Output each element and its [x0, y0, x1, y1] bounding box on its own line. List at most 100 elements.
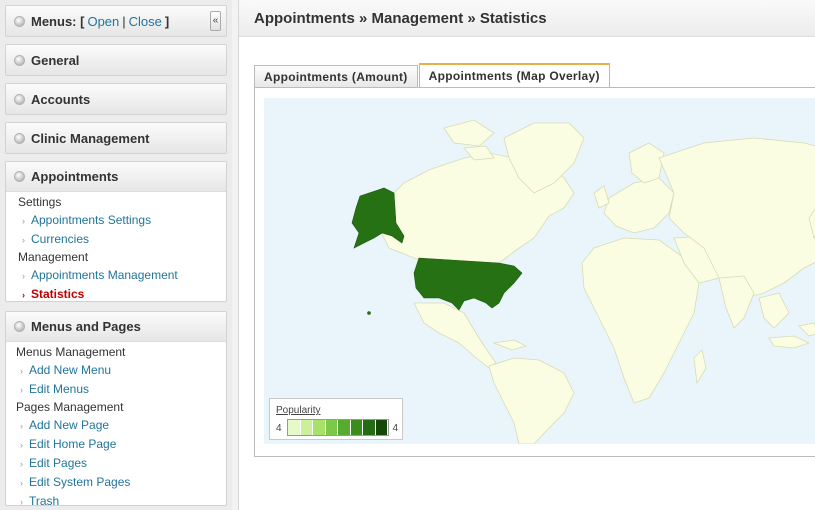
sidebar-item-add-new-page[interactable]: › Add New Page	[6, 416, 226, 435]
legend-swatch	[300, 420, 313, 435]
sidebar-item-edit-menus[interactable]: › Edit Menus	[6, 380, 226, 399]
menus-and-pages-panel: Menus and Pages Menus Management › Add Ne…	[5, 311, 227, 508]
sidebar-item-label: Edit Menus	[29, 382, 90, 396]
general-header[interactable]: General	[6, 45, 226, 75]
sidebar-item-label: Edit Home Page	[29, 437, 117, 451]
bullet-icon	[14, 15, 25, 27]
land-europe	[603, 177, 675, 234]
arrow-right-icon: ›	[20, 366, 23, 376]
land-madagascar	[693, 349, 707, 385]
close-link[interactable]: Close	[129, 14, 162, 29]
sidebar-item-label: Trash	[29, 494, 60, 508]
arrow-right-icon: ›	[20, 459, 23, 469]
clinic-management-header[interactable]: Clinic Management	[6, 123, 226, 153]
collapse-sidebar-button[interactable]: «	[210, 11, 221, 31]
general-title: General	[31, 52, 80, 68]
general-panel[interactable]: General	[5, 44, 227, 76]
legend-swatch	[325, 420, 338, 435]
land-central-america	[413, 302, 497, 369]
bullet-icon	[14, 321, 25, 332]
arrow-right-icon: ›	[20, 421, 23, 431]
sidebar-item-appointments-management[interactable]: › Appointments Management	[6, 266, 226, 285]
legend-swatch	[375, 420, 388, 435]
sidebar-item-trash[interactable]: › Trash	[6, 492, 226, 510]
tab-panel: Popularity 4 4	[254, 87, 815, 457]
sidebar-item-statistics[interactable]: › Statistics	[6, 285, 226, 304]
accounts-panel[interactable]: Accounts	[5, 83, 227, 115]
appointments-title: Appointments	[31, 169, 119, 184]
legend-color-scale	[287, 419, 389, 436]
accounts-header[interactable]: Accounts	[6, 84, 226, 114]
appointments-header[interactable]: Appointments	[6, 162, 226, 192]
tab-appointments-map-overlay[interactable]: Appointments (Map Overlay)	[418, 63, 610, 87]
legend-min-value: 4	[276, 423, 282, 434]
legend-swatch	[350, 420, 363, 435]
legend-swatch	[288, 420, 301, 435]
open-link[interactable]: Open	[87, 14, 119, 29]
legend-swatch	[363, 420, 376, 435]
clinic-management-panel[interactable]: Clinic Management	[5, 122, 227, 154]
land-indonesia	[768, 322, 815, 349]
menus-end-bracket: ]	[164, 13, 170, 29]
arrow-right-icon: ›	[22, 235, 25, 245]
bullet-icon	[14, 132, 25, 144]
usa-mainland	[413, 257, 523, 311]
sidebar-item-label: Edit Pages	[29, 456, 88, 470]
arrow-right-icon: ›	[20, 440, 23, 450]
page-title: Appointments » Management » Statistics	[239, 0, 815, 37]
sidebar-item-label: Appointments Settings	[31, 213, 152, 227]
world-map-svg	[351, 119, 815, 444]
world-map[interactable]: Popularity 4 4	[264, 98, 815, 444]
arrow-right-icon: ›	[20, 478, 23, 488]
settings-group-label: Settings	[18, 195, 62, 209]
arrow-right-icon: ›	[20, 385, 23, 395]
menus-and-pages-title: Menus and Pages	[31, 319, 141, 334]
menus-separator: |	[122, 13, 126, 29]
bullet-icon	[14, 54, 25, 66]
appointments-panel: Appointments Settings › Appointments Sett…	[5, 161, 227, 302]
sidebar-item-label: Add New Menu	[29, 363, 112, 377]
land-south-america	[488, 357, 575, 444]
accounts-title: Accounts	[31, 91, 91, 107]
legend-max-value: 4	[392, 423, 398, 434]
legend-swatch	[338, 420, 351, 435]
sidebar-item-edit-system-pages[interactable]: › Edit System Pages	[6, 473, 226, 492]
map-legend: Popularity 4 4	[269, 398, 403, 440]
land-scandinavia	[628, 142, 665, 184]
clinic-management-title: Clinic Management	[31, 130, 150, 146]
sidebar-item-label: Currencies	[31, 232, 90, 246]
land-southeast-asia	[758, 292, 790, 329]
bullet-icon	[14, 93, 25, 105]
bullet-icon	[14, 171, 25, 182]
sidebar-item-label: Appointments Management	[31, 268, 178, 282]
tab-appointments-amount[interactable]: Appointments (Amount)	[254, 65, 418, 87]
sidebar-item-add-new-menu[interactable]: › Add New Menu	[6, 361, 226, 380]
sidebar-item-edit-pages[interactable]: › Edit Pages	[6, 454, 226, 473]
legend-swatch	[313, 420, 326, 435]
sidebar-item-edit-home-page[interactable]: › Edit Home Page	[6, 435, 226, 454]
sidebar-item-label: Statistics	[31, 287, 85, 301]
tab-bar: Appointments (Amount) Appointments (Map …	[254, 63, 611, 87]
land-africa	[581, 237, 700, 404]
menus-panel: Menus: [ Open | Close ] «	[5, 5, 227, 37]
usa-hawaii	[367, 311, 371, 315]
arrow-right-icon: ›	[22, 271, 25, 281]
land-caribbean	[492, 339, 528, 351]
menus-label: Menus: [	[31, 13, 85, 29]
sidebar-item-currencies[interactable]: › Currencies	[6, 230, 226, 249]
arrow-right-icon: ›	[22, 290, 25, 300]
sidebar-item-appointments-settings[interactable]: › Appointments Settings	[6, 211, 226, 230]
pages-management-label: Pages Management	[16, 400, 124, 414]
menus-and-pages-header[interactable]: Menus and Pages	[6, 312, 226, 342]
sidebar-item-label: Add New Page	[29, 418, 110, 432]
menus-header: Menus: [ Open | Close ]	[6, 6, 226, 36]
arrow-right-icon: ›	[20, 497, 23, 507]
land-arctic-islands	[443, 119, 495, 161]
management-group-label: Management	[18, 250, 89, 264]
land-india	[718, 275, 755, 329]
main-content: Appointments » Management » Statistics A…	[238, 0, 815, 510]
arrow-right-icon: ›	[22, 216, 25, 226]
sidebar-item-label: Edit System Pages	[29, 475, 131, 489]
menus-management-label: Menus Management	[16, 345, 126, 359]
sidebar: Menus: [ Open | Close ] « General Accoun…	[0, 0, 232, 510]
